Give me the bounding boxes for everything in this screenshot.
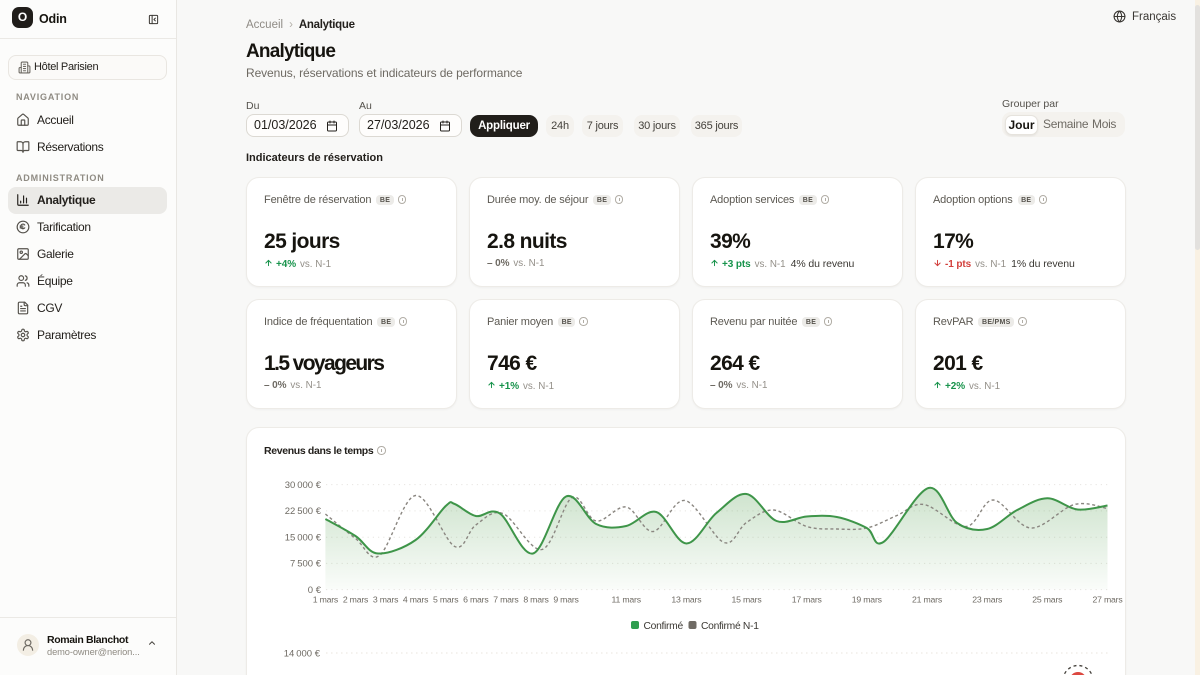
svg-text:23 mars: 23 mars	[972, 595, 1003, 605]
svg-text:Confirmé N-1: Confirmé N-1	[701, 621, 759, 632]
svg-text:8 mars: 8 mars	[523, 595, 549, 605]
svg-text:30 000 €: 30 000 €	[285, 480, 322, 491]
svg-text:2 mars: 2 mars	[343, 595, 369, 605]
svg-text:21 mars: 21 mars	[912, 595, 943, 605]
svg-text:14 000 €: 14 000 €	[284, 649, 321, 660]
svg-text:15 000 €: 15 000 €	[285, 532, 322, 543]
svg-text:17 mars: 17 mars	[792, 595, 823, 605]
svg-text:25 mars: 25 mars	[1032, 595, 1063, 605]
svg-text:15 mars: 15 mars	[732, 595, 763, 605]
svg-text:11 mars: 11 mars	[612, 595, 642, 605]
svg-text:7 mars: 7 mars	[493, 595, 519, 605]
svg-text:4 mars: 4 mars	[403, 595, 429, 605]
svg-text:Confirmé: Confirmé	[644, 621, 684, 632]
svg-text:9 mars: 9 mars	[553, 595, 579, 605]
svg-text:27 mars: 27 mars	[1093, 595, 1124, 605]
svg-text:7 500 €: 7 500 €	[290, 559, 322, 570]
svg-text:5 mars: 5 mars	[433, 595, 459, 605]
svg-text:19 mars: 19 mars	[852, 595, 883, 605]
svg-text:13 mars: 13 mars	[671, 595, 702, 605]
svg-text:3 mars: 3 mars	[373, 595, 399, 605]
svg-text:1 mars: 1 mars	[313, 595, 339, 605]
svg-text:22 500 €: 22 500 €	[285, 506, 322, 517]
svg-text:6 mars: 6 mars	[463, 595, 489, 605]
